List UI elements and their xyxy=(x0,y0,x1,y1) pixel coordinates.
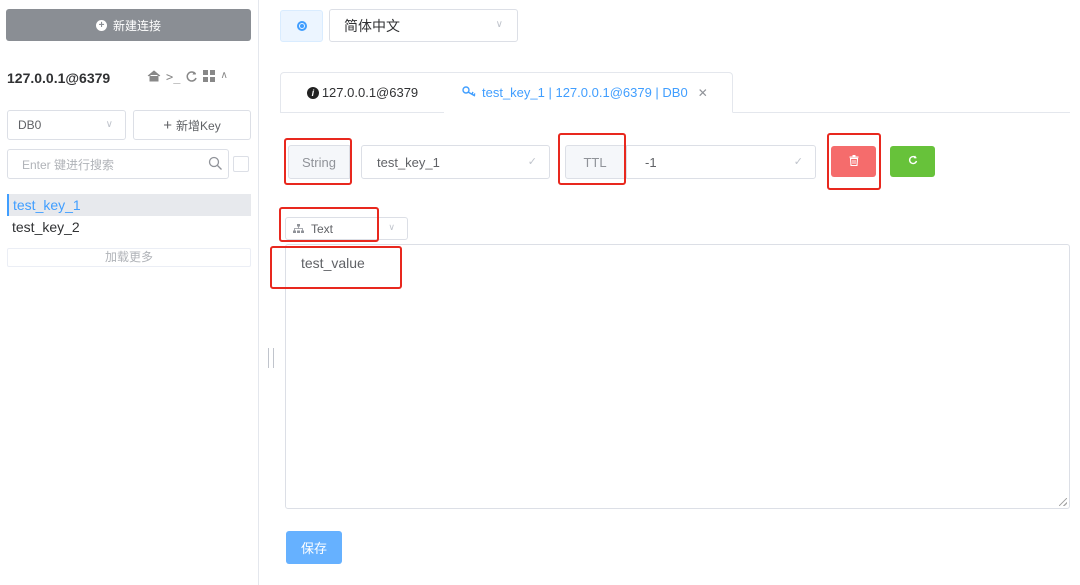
plus-icon: + xyxy=(163,116,173,134)
db-select[interactable]: DB0 ∨ xyxy=(7,110,126,140)
key-list-item-label: test_key_1 xyxy=(13,197,81,213)
ttl-input[interactable]: -1 ✓ xyxy=(626,145,816,179)
radio-dot-icon xyxy=(296,21,307,31)
add-key-button[interactable]: + 新增Key xyxy=(133,110,251,140)
search-placeholder: Enter 键进行搜索 xyxy=(22,157,115,172)
key-value-textarea[interactable]: test_value xyxy=(285,244,1070,509)
terminal-icon[interactable]: >_ xyxy=(166,70,180,86)
save-button[interactable]: 保存 xyxy=(286,531,342,564)
new-connection-label: 新建连接 xyxy=(112,18,161,33)
grid-icon[interactable] xyxy=(203,70,216,86)
language-select[interactable]: 简体中文 ∨ xyxy=(329,9,518,42)
check-icon[interactable]: ✓ xyxy=(794,155,803,168)
exact-match-checkbox[interactable] xyxy=(233,156,249,172)
plus-circle-icon: + xyxy=(95,19,107,31)
highlight-box-delete xyxy=(827,133,881,190)
db-select-value: DB0 xyxy=(18,118,42,132)
tab-label: 127.0.0.1@6379 xyxy=(321,85,419,100)
info-icon: i xyxy=(306,86,319,99)
language-select-value: 简体中文 xyxy=(344,17,400,34)
key-search-input[interactable]: Enter 键进行搜索 xyxy=(7,149,229,179)
highlight-box-ttl xyxy=(558,133,626,185)
chevron-down-icon: ∨ xyxy=(495,19,503,30)
sidebar: + 新建连接 127.0.0.1@6379 >_ ∧ DB0 ∨ + 新增Key… xyxy=(0,0,258,585)
key-list-item[interactable]: test_key_1 xyxy=(7,194,251,216)
ttl-value: -1 xyxy=(645,154,657,170)
resize-handle[interactable] xyxy=(268,348,274,368)
refresh-key-button[interactable] xyxy=(890,146,935,177)
key-name-input[interactable]: test_key_1 ✓ xyxy=(361,145,550,179)
chevron-down-icon: ∨ xyxy=(105,119,113,130)
sidebar-divider xyxy=(258,0,259,585)
load-more-button[interactable]: 加载更多 xyxy=(7,248,251,267)
connection-title[interactable]: 127.0.0.1@6379 xyxy=(7,70,110,86)
resize-grip-icon[interactable] xyxy=(1059,498,1067,506)
highlight-box-type xyxy=(284,138,352,185)
chevron-up-icon[interactable]: ∧ xyxy=(220,70,227,86)
tab-label: test_key_1 | 127.0.0.1@6379 | DB0 xyxy=(482,85,688,100)
search-icon[interactable] xyxy=(208,156,223,174)
highlight-box-format xyxy=(279,207,379,242)
connection-toolbar: >_ ∧ xyxy=(147,70,228,86)
add-key-label: 新增Key xyxy=(176,118,221,133)
new-connection-button[interactable]: + 新建连接 xyxy=(6,9,251,41)
check-icon[interactable]: ✓ xyxy=(528,155,537,168)
close-icon[interactable]: ✕ xyxy=(698,86,708,100)
tab-connection-status[interactable]: i 127.0.0.1@6379 xyxy=(280,72,445,113)
chevron-down-icon: ∨ xyxy=(388,222,395,232)
key-list-item-label: test_key_2 xyxy=(12,219,80,235)
key-icon xyxy=(462,85,477,100)
refresh-icon[interactable] xyxy=(185,70,198,86)
highlight-box-value xyxy=(270,246,402,289)
refresh-icon xyxy=(908,155,918,168)
key-list-item[interactable]: test_key_2 xyxy=(7,216,251,238)
tab-key-detail[interactable]: test_key_1 | 127.0.0.1@6379 | DB0 ✕ xyxy=(444,72,733,113)
home-icon[interactable] xyxy=(147,70,161,86)
theme-toggle-button[interactable] xyxy=(280,10,323,42)
key-name-value: test_key_1 xyxy=(377,154,440,170)
